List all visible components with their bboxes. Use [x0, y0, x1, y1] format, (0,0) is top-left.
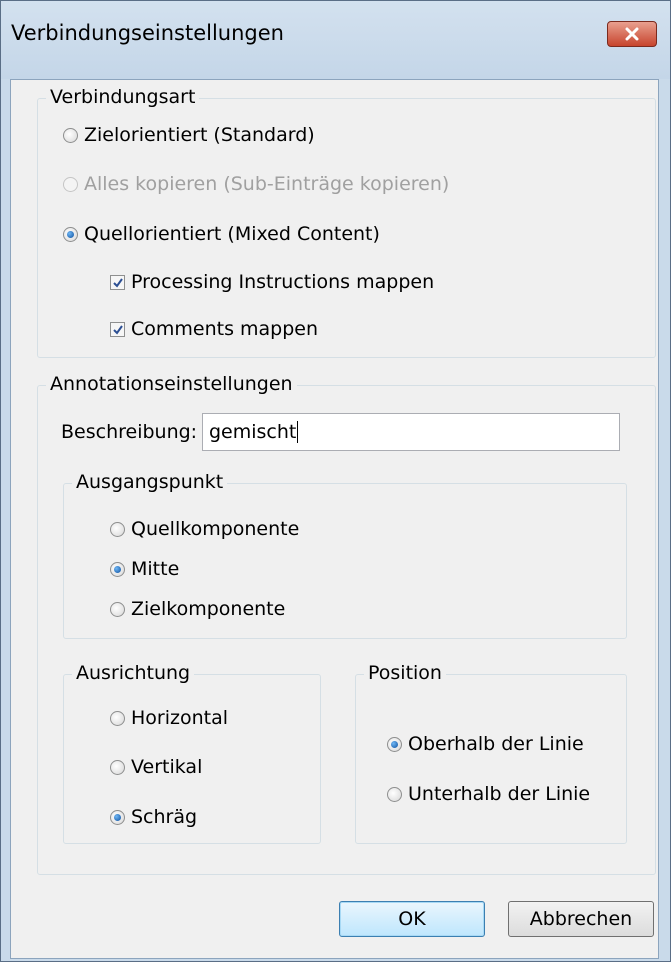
cancel-button[interactable]: Abbrechen [508, 901, 654, 937]
radio-label: Oberhalb der Linie [408, 733, 584, 755]
radio-label: Zielorientiert (Standard) [84, 124, 315, 146]
radio-button[interactable] [110, 601, 125, 617]
radio-target-component[interactable]: Zielkomponente [110, 598, 285, 620]
ok-button[interactable]: OK [339, 901, 485, 937]
checkbox-label: Comments mappen [131, 318, 319, 340]
radio-copy-all[interactable]: Alles kopieren (Sub-Einträge kopieren) [63, 173, 449, 195]
radio-label: Alles kopieren (Sub-Einträge kopieren) [84, 173, 450, 195]
radio-button[interactable] [110, 521, 125, 537]
radio-label: Quellkomponente [131, 518, 300, 540]
dialog-window: Verbindungseinstellungen Verbindungsart … [0, 0, 671, 962]
connection-type-legend: Verbindungsart [46, 86, 200, 108]
radio-above-line[interactable]: Oberhalb der Linie [387, 733, 584, 755]
radio-button[interactable] [63, 127, 78, 143]
checkbox[interactable] [110, 321, 125, 337]
radio-label: Horizontal [131, 707, 229, 729]
text-caret [297, 421, 299, 443]
radio-label: Mitte [131, 558, 180, 580]
position-group: Position [355, 662, 627, 844]
radio-button[interactable] [63, 176, 78, 192]
close-button[interactable] [607, 21, 657, 47]
radio-label: Schräg [131, 806, 198, 828]
checkbox[interactable] [110, 274, 125, 290]
start-point-legend: Ausgangspunkt [72, 471, 228, 493]
radio-button[interactable] [110, 759, 125, 775]
description-input[interactable]: gemischt [202, 413, 620, 451]
title-bar[interactable]: Verbindungseinstellungen [1, 1, 670, 79]
radio-button[interactable] [110, 561, 125, 577]
radio-button[interactable] [63, 226, 78, 242]
checkmark-icon [113, 277, 123, 288]
radio-vertical[interactable]: Vertikal [110, 756, 202, 778]
checkbox-label: Processing Instructions mappen [131, 271, 435, 293]
radio-middle[interactable]: Mitte [110, 558, 179, 580]
radio-label: Quellorientiert (Mixed Content) [84, 223, 380, 245]
orientation-legend: Ausrichtung [72, 662, 195, 684]
radio-horizontal[interactable]: Horizontal [110, 707, 228, 729]
description-value: gemischt [209, 421, 297, 443]
radio-source-oriented[interactable]: Quellorientiert (Mixed Content) [63, 223, 380, 245]
radio-button[interactable] [110, 809, 125, 825]
position-legend: Position [364, 662, 446, 684]
radio-source-component[interactable]: Quellkomponente [110, 518, 299, 540]
annotation-legend: Annotationseinstellungen [46, 373, 297, 395]
radio-button[interactable] [387, 786, 402, 802]
radio-button[interactable] [110, 710, 125, 726]
checkbox-processing-instructions[interactable]: Processing Instructions mappen [110, 271, 434, 293]
radio-oblique[interactable]: Schräg [110, 806, 197, 828]
radio-below-line[interactable]: Unterhalb der Linie [387, 783, 590, 805]
description-label: Beschreibung: [61, 421, 198, 443]
radio-label: Vertikal [131, 756, 203, 778]
checkmark-icon [113, 324, 123, 335]
close-icon [625, 27, 639, 41]
radio-label: Zielkomponente [131, 598, 286, 620]
radio-button[interactable] [387, 736, 402, 752]
window-title: Verbindungseinstellungen [11, 21, 284, 45]
radio-target-oriented[interactable]: Zielorientiert (Standard) [63, 124, 315, 146]
radio-label: Unterhalb der Linie [408, 783, 591, 805]
checkbox-comments[interactable]: Comments mappen [110, 318, 318, 340]
